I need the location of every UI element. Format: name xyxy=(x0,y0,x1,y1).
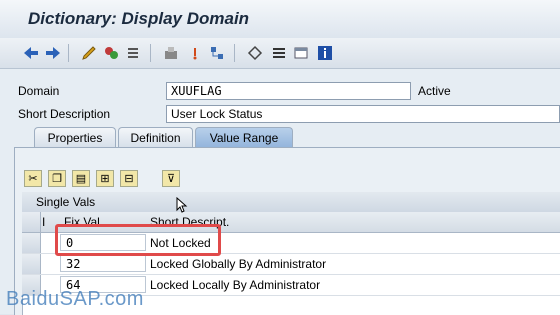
object-list-icon[interactable] xyxy=(246,44,264,62)
row-selector[interactable] xyxy=(22,254,41,274)
filter-icon[interactable]: ⊽ xyxy=(162,170,180,187)
table-row[interactable]: 32 Locked Globally By Administrator xyxy=(22,254,560,275)
highlight-box xyxy=(55,224,221,256)
display-change-icon[interactable] xyxy=(80,44,98,62)
toolbar-separator xyxy=(68,44,69,62)
status-text: Active xyxy=(418,84,451,98)
watermark-text: BaiduSAP.com xyxy=(6,288,144,310)
toolbar-separator xyxy=(234,44,235,62)
tab-properties[interactable]: Properties xyxy=(34,127,116,147)
select-all-cell[interactable] xyxy=(22,212,41,232)
window-title: Dictionary: Display Domain xyxy=(28,9,250,28)
delete-row-icon[interactable]: ⊟ xyxy=(120,170,138,187)
domain-field[interactable]: XUUFLAG xyxy=(166,82,411,100)
application-toolbar xyxy=(0,38,560,69)
toolbar-separator xyxy=(150,44,151,62)
short-description-text: Locked Locally By Administrator xyxy=(150,278,321,292)
column-header-i: I xyxy=(42,215,46,229)
activate-icon[interactable] xyxy=(124,44,142,62)
info-icon[interactable] xyxy=(316,44,334,62)
cut-icon[interactable]: ✂ xyxy=(24,170,42,187)
row-selector[interactable] xyxy=(22,233,41,253)
insert-row-icon[interactable]: ⊞ xyxy=(96,170,114,187)
forward-icon[interactable] xyxy=(44,44,62,62)
other-object-icon[interactable] xyxy=(102,44,120,62)
hierarchy-icon[interactable] xyxy=(208,44,226,62)
check-icon[interactable] xyxy=(292,44,310,62)
short-description-text: Locked Globally By Administrator xyxy=(150,257,327,271)
tab-value-range[interactable]: Value Range xyxy=(195,127,293,147)
domain-label: Domain xyxy=(18,84,60,98)
paste-icon[interactable]: ▤ xyxy=(72,170,90,187)
tab-definition[interactable]: Definition xyxy=(118,127,193,147)
where-used-icon[interactable] xyxy=(162,44,180,62)
fix-value-text: 32 xyxy=(66,257,81,271)
short-description-label: Short Description xyxy=(18,107,111,121)
short-description-field[interactable]: User Lock Status xyxy=(166,105,560,123)
mouse-cursor-icon xyxy=(176,197,188,213)
navigate-icon[interactable] xyxy=(186,44,204,62)
back-icon[interactable] xyxy=(22,44,40,62)
copy-icon[interactable]: ❐ xyxy=(48,170,66,187)
table-title: Single Vals xyxy=(22,192,560,212)
title-bar: Dictionary: Display Domain xyxy=(0,0,560,38)
display-object-list-icon[interactable] xyxy=(270,44,288,62)
